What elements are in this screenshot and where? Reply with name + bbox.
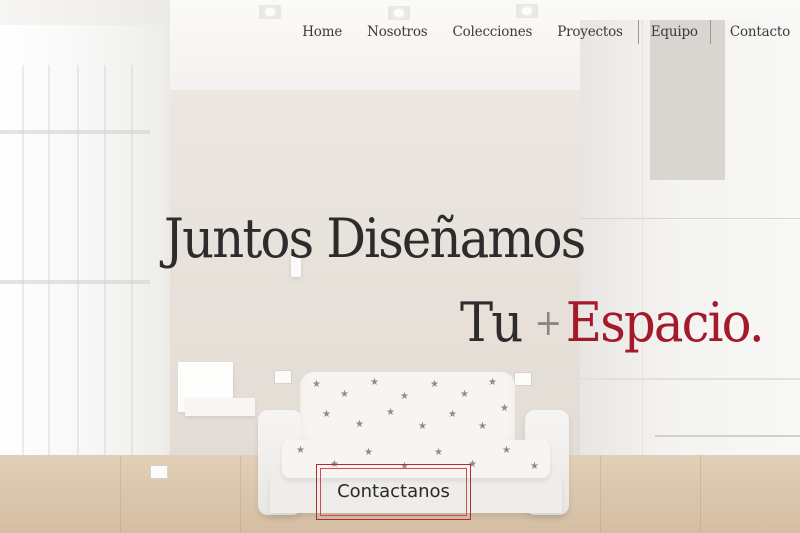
nav-link-equipo[interactable]: Equipo <box>637 20 711 44</box>
plus-icon: + <box>534 303 562 344</box>
window-with-curtain <box>0 25 165 533</box>
nav-link-home[interactable]: Home <box>302 20 342 44</box>
nav-link-colecciones[interactable]: Colecciones <box>452 20 532 44</box>
hero-word-espacio: Espacio. <box>565 291 765 354</box>
nav-link-proyectos[interactable]: Proyectos <box>557 20 623 44</box>
hero-heading-line2: Tu + Espacio. <box>460 290 765 357</box>
nav-link-nosotros[interactable]: Nosotros <box>367 20 428 44</box>
ceiling-light-icon <box>516 4 538 18</box>
hero-heading-line1: Juntos Diseñamos <box>164 207 586 270</box>
contactanos-button-label: Contactanos <box>337 481 450 502</box>
power-socket <box>150 465 168 479</box>
contactanos-button[interactable]: Contactanos <box>316 464 471 520</box>
main-navigation: Home Nosotros Colecciones Proyectos Equi… <box>277 18 790 46</box>
power-socket <box>514 372 532 386</box>
power-socket <box>274 370 292 384</box>
nav-link-contacto[interactable]: Contacto <box>730 20 790 44</box>
ceiling-light-icon <box>259 5 281 19</box>
wall-shelf-lower <box>185 398 255 416</box>
hero-word-tu: Tu <box>460 291 523 354</box>
